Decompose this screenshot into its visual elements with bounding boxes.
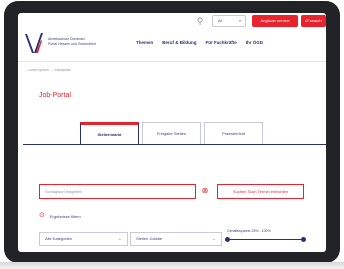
tab-praxisbericht[interactable]: Praxisbericht xyxy=(204,122,263,144)
search-icon[interactable]: ⚲ xyxy=(194,15,206,27)
range-label: Gehaltsspanne 25% - 100% xyxy=(227,229,271,233)
language-select[interactable]: At ▾ xyxy=(212,15,246,27)
header-divider xyxy=(18,61,326,62)
filter-icon: ⊙ xyxy=(39,212,45,219)
filter-label: Ergebnisse filtern xyxy=(49,213,81,219)
range-slider-min-handle[interactable] xyxy=(225,237,230,242)
job-type-select-value: Stellen Jobsite xyxy=(136,236,163,241)
tab-stellenmarkt[interactable]: Stellenmarkt xyxy=(80,122,139,144)
surface-shadow xyxy=(0,262,344,269)
login-button[interactable]: Anglican service xyxy=(252,15,298,27)
register-button[interactable]: Ø search xyxy=(301,15,326,27)
nav-item-oegd[interactable]: Ihr ÖGD xyxy=(246,40,263,45)
category-select[interactable]: Alle Kategorien ⌄ xyxy=(39,232,128,246)
logo-icon[interactable] xyxy=(24,31,44,55)
nav-item-themen[interactable]: Themen xyxy=(136,40,153,45)
filter-header[interactable]: ⊙ Ergebnisse filtern xyxy=(39,212,81,220)
org-name: Arbeitsschutz Dominasi Portal Hessen und… xyxy=(48,37,126,47)
page-title: Job-Portal xyxy=(39,92,71,99)
utility-bar: ⚲ At ▾ Anglican service Ø search xyxy=(18,13,326,29)
clear-icon[interactable]: ⊗ xyxy=(200,186,210,196)
tablet-frame: ⚲ At ▾ Anglican service Ø search Arbeits… xyxy=(4,1,340,263)
breadcrumb[interactable]: → Lorem Ipsum → Jobsportal xyxy=(24,68,71,72)
chevron-down-icon: ⌄ xyxy=(117,236,122,242)
main-nav: Themen Beruf & Bildung Für Fachkräfte Ih… xyxy=(136,40,263,45)
search-input[interactable]: Schlagwort eingeben xyxy=(39,184,196,199)
search-button[interactable]: Suchen Such Termin einrichten xyxy=(217,184,304,199)
job-type-select[interactable]: Stellen Jobsite ⌄ xyxy=(130,232,222,246)
nav-item-beruf[interactable]: Beruf & Bildung xyxy=(162,40,196,45)
tab-bar: Stellenmarkt Freigabe Stellen Praxisberi… xyxy=(80,122,263,144)
category-select-value: Alle Kategorien xyxy=(45,236,73,241)
language-value: At xyxy=(218,18,222,23)
chevron-down-icon: ▾ xyxy=(238,18,241,23)
range-slider-track[interactable] xyxy=(227,239,303,240)
nav-item-fachkraefte[interactable]: Für Fachkräfte xyxy=(206,40,237,45)
chevron-down-icon: ⌄ xyxy=(211,236,216,242)
tab-freigabe[interactable]: Freigabe Stellen xyxy=(142,122,201,144)
org-name-line2: Portal Hessen und Gesundheit xyxy=(48,42,96,46)
range-slider-max-handle[interactable] xyxy=(301,237,306,242)
screen: ⚲ At ▾ Anglican service Ø search Arbeits… xyxy=(18,13,326,252)
